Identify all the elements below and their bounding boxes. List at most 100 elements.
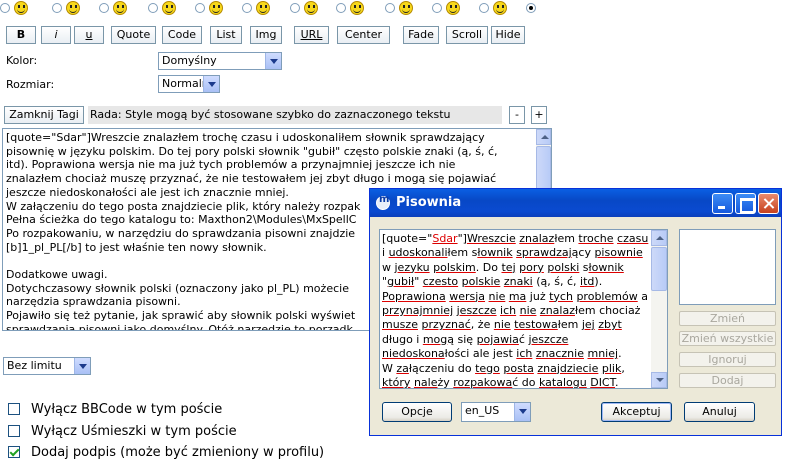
misspelled-word[interactable]: tej — [501, 261, 515, 274]
misspelled-word[interactable]: przyznać — [421, 318, 470, 331]
misspelled-word[interactable]: ich — [516, 347, 532, 360]
smiley-radio-selected[interactable] — [526, 3, 536, 13]
add-button[interactable]: Dodaj — [679, 373, 776, 388]
bbcode-url-button[interactable]: URL — [294, 26, 329, 44]
misspelled-word[interactable]: łownik — [589, 261, 624, 274]
attach-signature-checkbox[interactable] — [8, 446, 20, 458]
spell-text[interactable]: [quote="Sdar"]Wreszcie znalazłem troche … — [382, 232, 650, 388]
misspelled-word[interactable]: pory — [519, 261, 544, 274]
misspelled-word[interactable]: jeszcze — [457, 304, 497, 317]
misspelled-word[interactable]: katalogu — [539, 376, 587, 388]
bbcode-scroll-button[interactable]: Scroll — [446, 26, 488, 44]
scroll-up-icon[interactable] — [651, 230, 667, 246]
options-button[interactable]: Opcje — [382, 402, 452, 422]
smiley-radio[interactable] — [432, 3, 442, 13]
smiley-radio[interactable] — [290, 3, 300, 13]
misspelled-word[interactable]: Sdar — [432, 232, 457, 245]
misspelled-word[interactable]: jej — [582, 318, 595, 331]
misspelled-word[interactable]: Poprawiona — [382, 290, 446, 303]
scroll-up-icon[interactable] — [536, 129, 551, 145]
misspelled-word[interactable]: jeszcze — [528, 333, 568, 346]
misspelled-word[interactable]: nale — [414, 376, 438, 388]
misspelled-word[interactable]: polskie — [462, 275, 501, 288]
misspelled-word[interactable]: nie — [494, 318, 511, 331]
misspelled-word[interactable]: nie — [489, 290, 506, 303]
bbcode-code-button[interactable]: Code — [162, 26, 202, 44]
misspelled-word[interactable]: znajdziecie — [537, 362, 598, 375]
misspelled-word[interactable]: mog — [423, 333, 447, 346]
smiley-radio[interactable] — [52, 3, 62, 13]
minimize-icon[interactable] — [712, 193, 733, 214]
misspelled-word[interactable]: znalaz — [540, 304, 575, 317]
smiley-radio[interactable] — [242, 3, 252, 13]
misspelled-word[interactable]: DICT — [590, 376, 615, 388]
misspelled-word[interactable]: polski — [547, 261, 579, 274]
language-select[interactable]: en_US — [461, 402, 531, 422]
misspelled-word[interactable]: zbyt — [598, 318, 622, 331]
misspelled-word[interactable]: musze — [382, 318, 418, 331]
spell-scrollbar[interactable] — [651, 230, 667, 388]
misspelled-word[interactable]: problemów — [576, 290, 637, 303]
misspelled-word[interactable]: gubił — [387, 275, 414, 288]
disable-smilies-checkbox[interactable] — [8, 425, 20, 437]
misspelled-word[interactable]: plik — [602, 362, 621, 375]
smiley-radio[interactable] — [336, 3, 346, 13]
color-select[interactable]: Domyślny — [158, 52, 282, 70]
misspelled-word[interactable]: znacznie — [536, 347, 584, 360]
size-select[interactable]: Normalny — [158, 75, 220, 93]
misspelled-word[interactable]: testowa — [514, 318, 558, 331]
change-all-button[interactable]: Zmień wszystkie — [679, 331, 776, 346]
misspelled-word[interactable]: udoskonali — [389, 246, 448, 259]
limit-select[interactable]: Bez limitu — [3, 357, 91, 375]
misspelled-word[interactable]: pojawia — [477, 333, 519, 346]
misspelled-word[interactable]: łownik — [477, 246, 512, 259]
disable-bbcode-checkbox[interactable] — [8, 403, 20, 415]
scroll-thumb[interactable] — [651, 247, 667, 291]
ignore-button[interactable]: Ignoruj — [679, 352, 776, 367]
misspelled-word[interactable]: Wreszcie — [467, 232, 516, 245]
maximize-icon[interactable] — [735, 193, 756, 214]
misspelled-word[interactable]: pisownie — [594, 246, 642, 259]
change-button[interactable]: Zmień — [679, 311, 776, 326]
misspelled-word[interactable]: jezyku — [395, 261, 430, 274]
bbcode-u-button[interactable]: u — [74, 26, 104, 44]
misspelled-word[interactable]: nie — [520, 304, 537, 317]
smiley-radio[interactable] — [479, 3, 489, 13]
grow-editor-button[interactable]: + — [531, 106, 547, 124]
misspelled-word[interactable]: tego — [475, 362, 500, 375]
close-tags-button[interactable]: Zamknij Tagi — [4, 106, 84, 124]
misspelled-word[interactable]: itd — [580, 275, 594, 288]
suggestions-list[interactable] — [679, 229, 776, 305]
bbcode-img-button[interactable]: Img — [250, 26, 282, 44]
accept-button[interactable]: Akceptuj — [601, 402, 672, 422]
misspelled-word[interactable]: ma — [509, 290, 526, 303]
misspelled-word[interactable]: mniej — [587, 347, 618, 360]
misspelled-word[interactable]: wersja — [449, 290, 485, 303]
misspelled-word[interactable]: polskim — [433, 261, 476, 274]
misspelled-word[interactable]: czesto — [423, 275, 458, 288]
bbcode-b-button[interactable]: B — [6, 26, 36, 44]
misspelled-word[interactable]: czasu — [617, 232, 648, 245]
bbcode-center-button[interactable]: Center — [337, 26, 390, 44]
smiley-radio[interactable] — [99, 3, 109, 13]
misspelled-word[interactable]: rozpakowa — [453, 376, 512, 388]
bbcode-fade-button[interactable]: Fade — [403, 26, 439, 44]
smiley-radio[interactable] — [385, 3, 395, 13]
bbcode-list-button[interactable]: List — [210, 26, 242, 44]
misspelled-word[interactable]: sprawdzaj — [516, 246, 572, 259]
smiley-radio[interactable] — [148, 3, 158, 13]
smiley-radio[interactable] — [195, 3, 205, 13]
misspelled-word[interactable]: posta — [503, 362, 534, 375]
misspelled-word[interactable]: troche — [578, 232, 613, 245]
misspelled-word[interactable]: znalaz — [519, 232, 554, 245]
misspelled-word[interactable]: znaki — [504, 275, 533, 288]
bbcode-quote-button[interactable]: Quote — [111, 26, 156, 44]
misspelled-word[interactable]: niedoskona — [382, 347, 445, 360]
misspelled-word[interactable]: tych — [549, 290, 573, 303]
bbcode-i-button[interactable]: i — [41, 26, 71, 44]
misspelled-word[interactable]: za — [396, 362, 409, 375]
scroll-down-icon[interactable] — [651, 372, 667, 388]
misspelled-word[interactable]: który — [382, 376, 410, 388]
smiley-radio[interactable] — [0, 3, 10, 13]
bbcode-hide-button[interactable]: Hide — [491, 26, 525, 44]
